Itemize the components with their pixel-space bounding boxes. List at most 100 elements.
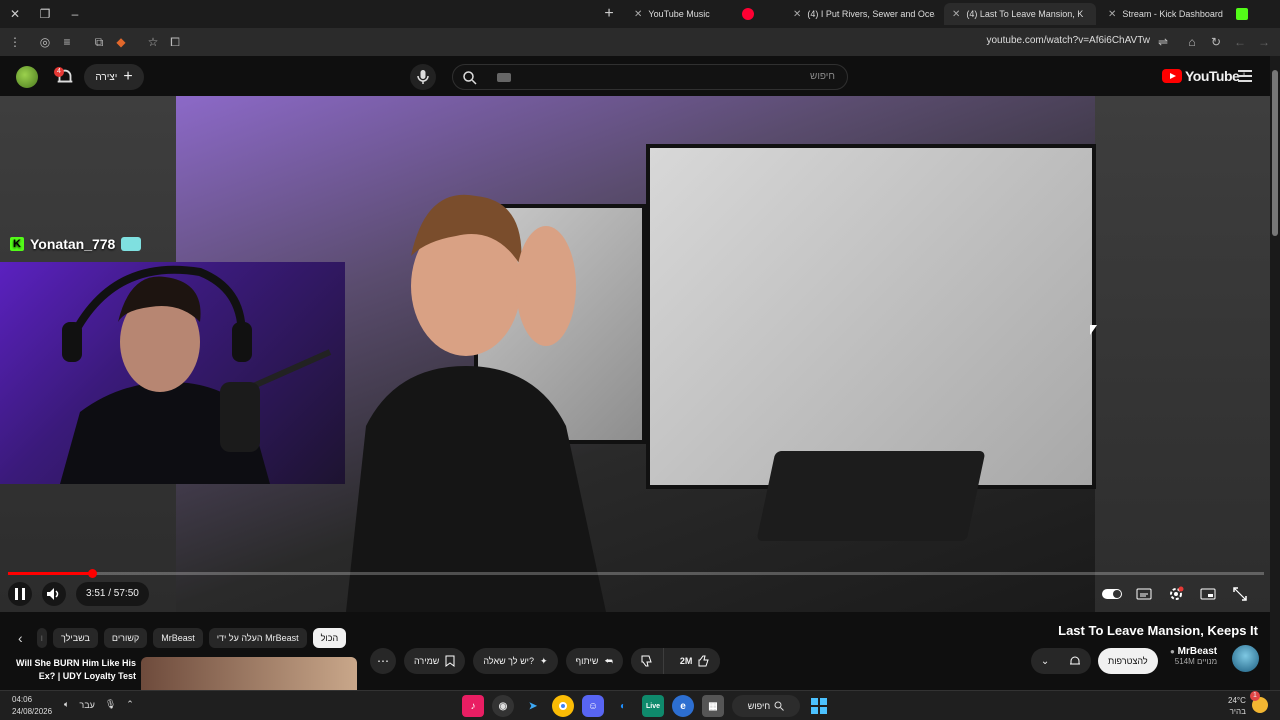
robot-face-icon <box>121 237 142 251</box>
page-scrollbar[interactable] <box>1270 56 1280 690</box>
player-controls-left: 3:51 / 57:50 <box>8 582 149 606</box>
tray-overflow-icon[interactable]: ⌃ <box>126 699 134 710</box>
chip-mrbeast[interactable]: MrBeast <box>153 628 203 648</box>
youtube-play-icon <box>1162 69 1182 83</box>
obs-app-icon[interactable]: ◉ <box>492 695 514 717</box>
seek-bar[interactable] <box>8 572 1264 575</box>
notification-count-badge: 4 <box>54 67 64 77</box>
mouse-cursor <box>1090 325 1097 335</box>
bookmark-star-icon[interactable]: ☆ <box>142 31 164 53</box>
keyboard-icon[interactable] <box>497 73 511 82</box>
search-icon[interactable] <box>461 69 479 87</box>
like-count: 2M <box>679 656 693 666</box>
windows-start-icon[interactable] <box>808 695 830 717</box>
chip-related[interactable]: קשורים <box>103 628 148 648</box>
channel-name[interactable]: MrBeast <box>1178 646 1217 657</box>
microphone-tray-icon[interactable]: 🎙︎ <box>105 699 116 710</box>
speaker-icon[interactable]: 🔈︎ <box>64 699 69 710</box>
voice-search-button[interactable] <box>410 64 436 90</box>
search-box[interactable]: חיפוש <box>452 64 848 90</box>
reading-list-icon[interactable]: ≡ <box>56 31 78 53</box>
chip-uploaded-by[interactable]: העלה על ידי MrBeast <box>208 628 307 648</box>
share-button[interactable]: שיתוף ⮪ <box>565 648 623 674</box>
autoplay-toggle[interactable] <box>1102 584 1122 604</box>
scrollbar-thumb[interactable] <box>1272 70 1278 236</box>
recommended-video-title[interactable]: Will She BURN Him Like His Ex? | UDY Loy… <box>16 657 136 683</box>
forward-icon[interactable]: → <box>1253 31 1275 53</box>
weather-widget[interactable]: 24°C בהיר <box>1228 695 1246 717</box>
seek-bar-scrubber[interactable] <box>87 569 97 578</box>
guide-menu-icon[interactable] <box>1238 70 1252 82</box>
miniplayer-icon[interactable] <box>1198 584 1218 604</box>
puzzle-icon[interactable]: ⧉ <box>88 31 110 53</box>
close-tab-icon[interactable]: ✕ <box>952 9 960 20</box>
home-icon[interactable]: ⌂ <box>1181 31 1203 53</box>
menu-dots-icon[interactable]: ⋮ <box>4 31 26 53</box>
install-app-icon[interactable]: ⧠ <box>164 31 186 53</box>
tab-title: Stream - Kick Dashboard <box>1122 9 1223 19</box>
tab-youtube-music[interactable]: ✕ YouTube Music <box>626 3 762 25</box>
plus-icon: + <box>123 68 133 85</box>
chips-prev-icon[interactable]: ‹ <box>18 630 23 646</box>
reload-icon[interactable]: ↻ <box>1205 31 1227 53</box>
live-app-icon[interactable]: Live <box>642 695 664 717</box>
pause-icon <box>15 588 25 600</box>
like-dislike-group: 2M <box>630 648 721 674</box>
pause-button[interactable] <box>8 582 32 606</box>
subtitles-icon[interactable] <box>1134 584 1154 604</box>
steam-app-icon[interactable]: ➤ <box>522 695 544 717</box>
steam-client-icon[interactable]: ◐ <box>612 695 634 717</box>
subscriber-count: 514M מנויים <box>1174 657 1218 666</box>
streamer-username: Yonatan_778 <box>30 236 116 252</box>
chip-for-you[interactable]: בשבילך <box>53 628 98 648</box>
notification-preferences-button[interactable]: ⌄ <box>1031 648 1091 674</box>
taskbar-apps: ♪ ◉ ➤ ☺ ◐ Live e ▦ חיפוש <box>462 695 830 717</box>
save-button[interactable]: שמירה <box>404 648 466 674</box>
bell-icon <box>1070 656 1081 665</box>
chip-all[interactable]: הכול <box>312 628 347 648</box>
tab-mansion-video[interactable]: ✕ (4) Last To Leave Mansion, K <box>944 3 1096 25</box>
like-button[interactable]: 2M <box>669 648 721 674</box>
browser-app-icon[interactable]: e <box>672 695 694 717</box>
fox-extension-icon[interactable]: ◆ <box>110 31 132 53</box>
close-window-icon[interactable]: ✕ <box>0 0 30 28</box>
discord-app-icon[interactable]: ☺ <box>582 695 604 717</box>
chrome-app-icon[interactable] <box>552 695 574 717</box>
kick-favicon <box>1236 8 1248 20</box>
restore-window-icon[interactable]: ❐ <box>30 0 60 28</box>
user-avatar[interactable] <box>16 66 38 88</box>
language-indicator[interactable]: עבר <box>79 700 94 710</box>
video-player[interactable]: K Yonatan_778 <box>0 96 1270 612</box>
subscribe-button[interactable]: להצטרפות <box>1098 648 1158 674</box>
tiktok-app-icon[interactable]: ♪ <box>462 695 484 717</box>
site-settings-icon[interactable]: ⇌ <box>1152 31 1174 53</box>
chip-overflow[interactable]: ו <box>36 628 48 648</box>
recommended-video-thumbnail[interactable] <box>141 657 357 691</box>
settings-gear-icon[interactable] <box>1166 584 1186 604</box>
youtube-logo[interactable]: YouTube IL <box>1162 68 1247 84</box>
channel-avatar[interactable] <box>1232 645 1259 672</box>
taskbar-search[interactable]: חיפוש <box>732 695 800 717</box>
close-tab-icon[interactable]: ✕ <box>634 9 642 20</box>
more-actions-button[interactable]: ⋯ <box>370 648 396 674</box>
extension-icon[interactable]: ◎ <box>34 31 56 53</box>
close-tab-icon[interactable]: ✕ <box>793 9 801 20</box>
minimize-window-icon[interactable]: – <box>60 0 90 28</box>
url-text[interactable]: youtube.com/watch?v=Af6i6ChAVTw <box>986 35 1150 46</box>
dislike-button[interactable] <box>630 648 664 674</box>
fullscreen-icon[interactable] <box>1230 584 1250 604</box>
widget-notification-badge: 1 <box>1250 691 1260 701</box>
back-icon[interactable]: ← <box>1229 31 1251 53</box>
tab-title: (4) I Put Rivers, Sewer and Ocea <box>807 9 935 19</box>
tab-kick-dashboard[interactable]: ✕ Stream - Kick Dashboard <box>1100 3 1256 25</box>
calculator-app-icon[interactable]: ▦ <box>702 695 724 717</box>
volume-button[interactable] <box>42 582 66 606</box>
new-tab-button[interactable]: + <box>600 5 618 23</box>
tab-rivers-video[interactable]: ✕ (4) I Put Rivers, Sewer and Ocea <box>785 3 935 25</box>
ask-button[interactable]: יש לך שאלה? ✦ <box>473 648 558 674</box>
close-tab-icon[interactable]: ✕ <box>1108 9 1116 20</box>
system-clock[interactable]: 04:06 24/08/2026 <box>12 694 52 718</box>
create-button[interactable]: יצירה + <box>84 64 144 90</box>
os-taskbar: 04:06 24/08/2026 🔈︎ עבר 🎙︎ ⌃ ♪ ◉ ➤ ☺ ◐ L… <box>0 690 1280 720</box>
save-label: שמירה <box>414 656 440 666</box>
